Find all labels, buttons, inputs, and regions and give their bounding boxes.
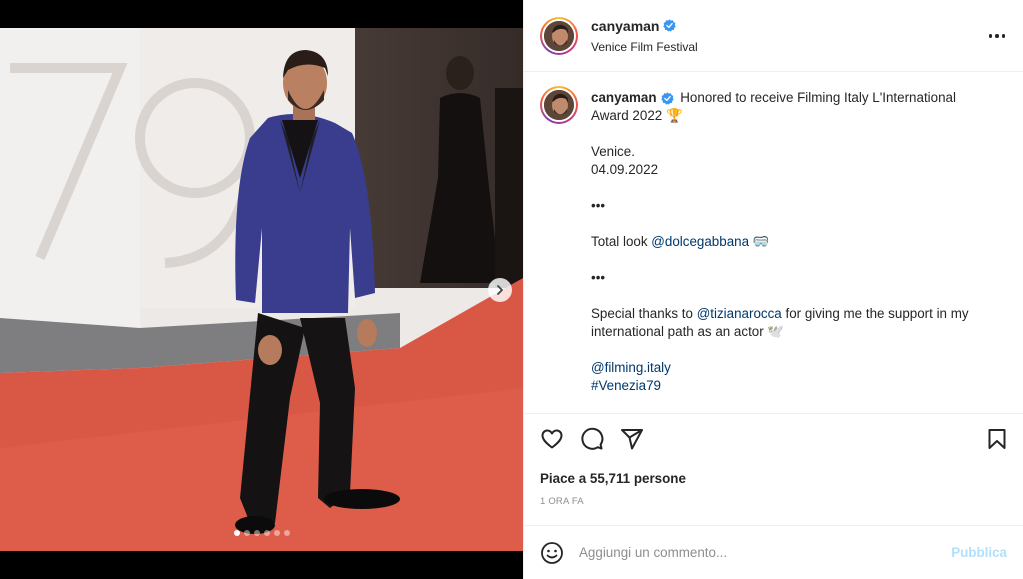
location-link[interactable]: Venice Film Festival [591,40,698,54]
carousel-indicator [0,530,523,536]
like-button[interactable] [540,427,564,451]
action-bar [524,414,1023,464]
hashtag-link-venezia79[interactable]: #Venezia79 [591,377,991,395]
caption-line: Venice. [591,144,635,159]
carousel-dot [273,530,280,536]
more-options-icon [988,34,993,38]
carousel-dot [233,530,240,536]
verified-badge-icon [660,91,674,105]
caption-username-link[interactable]: canyaman [591,89,657,107]
paper-plane-icon [621,429,643,450]
heart-icon [541,429,563,449]
caption-text-fragment: Total look [591,234,652,249]
verified-badge-icon [663,19,677,32]
save-button[interactable] [985,427,1009,451]
carousel-dot [253,530,260,536]
caption-emoji: 🥽 [752,234,770,249]
likes-count[interactable]: Piace a 55,711 persone [524,468,1023,490]
carousel-dot [283,530,290,536]
post-header: canyaman Venice Film Festival [524,0,1023,72]
post-photo[interactable] [0,28,523,551]
comment-button[interactable] [580,427,604,451]
carousel-dot [243,530,250,536]
post-comment-button[interactable]: Pubblica [951,545,1007,560]
avatar[interactable] [540,16,578,55]
caption-line: 04.09.2022 [591,162,659,177]
post-caption: canyaman Honored to receive Filming Ital… [524,72,1023,414]
post-timestamp[interactable]: 1 ORA FA [524,496,1023,507]
username-link[interactable]: canyaman [591,18,659,34]
post-media [0,0,523,579]
caption-text: canyaman Honored to receive Filming Ital… [591,88,991,413]
caption-separator: ••• [591,270,606,285]
mention-link-dolcegabbana[interactable]: @dolcegabbana [651,234,749,249]
bookmark-icon [988,429,1006,449]
comment-bar: Pubblica [524,525,1023,579]
comment-bubble-icon [581,427,604,450]
share-button[interactable] [620,427,644,451]
mention-link-filming-italy[interactable]: @filming.italy [591,359,991,377]
more-options-button[interactable] [985,26,1009,46]
next-slide-button[interactable] [488,278,512,302]
chevron-right-icon [497,285,503,295]
caption-text-fragment: Special thanks to [591,306,697,321]
mention-link-tizianarocca[interactable]: @tizianarocca [697,306,782,321]
caption-separator: ••• [591,198,606,213]
comment-input[interactable] [579,545,952,560]
caption-avatar[interactable] [540,86,578,124]
carousel-dot [263,530,270,536]
smiley-icon[interactable] [540,541,564,565]
post-side-panel: canyaman Venice Film Festival canyaman H… [523,0,1023,579]
